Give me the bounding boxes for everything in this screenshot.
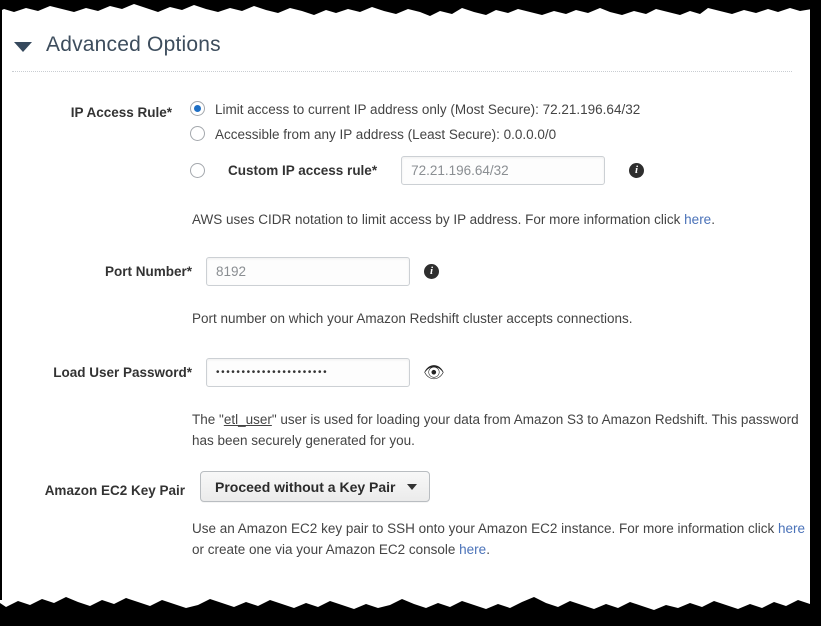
info-icon[interactable]: i xyxy=(629,163,644,178)
page-title: Advanced Options xyxy=(46,33,221,57)
password-help-suffix: " user is used for loading your data fro… xyxy=(192,412,799,448)
radio-label-limit-current-ip: Limit access to current IP address only … xyxy=(215,101,640,119)
load-user-password-help-text: The "etl_user" user is used for loading … xyxy=(192,409,802,451)
load-user-password-label: Load User Password* xyxy=(20,363,192,383)
radio-option-limit-current-ip[interactable]: Limit access to current IP address only … xyxy=(190,101,640,119)
ec2-key-pair-dropdown[interactable]: Proceed without a Key Pair xyxy=(200,471,430,502)
advanced-options-panel: Advanced Options IP Access Rule* Limit a… xyxy=(0,0,821,626)
radio-any-ip[interactable] xyxy=(190,126,205,141)
port-number-label: Port Number* xyxy=(20,262,192,282)
radio-option-custom-ip[interactable]: Custom IP access rule* 72.21.196.64/32 i xyxy=(190,156,644,185)
ec2-help-link-2[interactable]: here xyxy=(459,542,486,557)
ec2-key-pair-help-text: Use an Amazon EC2 key pair to SSH onto y… xyxy=(192,518,807,560)
radio-option-any-ip[interactable]: Accessible from any IP address (Least Se… xyxy=(190,126,556,144)
ec2-help-part1: Use an Amazon EC2 key pair to SSH onto y… xyxy=(192,521,778,536)
ip-help-prefix: AWS uses CIDR notation to limit access b… xyxy=(192,212,684,227)
port-number-input[interactable]: 8192 xyxy=(206,257,410,286)
load-user-password-input[interactable]: •••••••••••••••••••••• xyxy=(206,358,410,387)
info-icon[interactable]: i xyxy=(424,264,439,279)
header-divider xyxy=(12,71,792,72)
ec2-key-pair-label: Amazon EC2 Key Pair xyxy=(20,481,185,501)
ec2-help-part3: . xyxy=(486,542,490,557)
radio-custom-ip[interactable] xyxy=(190,163,205,178)
ip-help-link[interactable]: here xyxy=(684,212,711,227)
load-user-password-row: •••••••••••••••••••••• 👁 xyxy=(206,358,445,387)
port-number-row: 8192 i xyxy=(206,257,439,286)
ec2-key-pair-row: Proceed without a Key Pair xyxy=(200,471,430,502)
radio-label-any-ip: Accessible from any IP address (Least Se… xyxy=(215,126,556,144)
ec2-help-part2: or create one via your Amazon EC2 consol… xyxy=(192,542,459,557)
custom-ip-access-rule-input[interactable]: 72.21.196.64/32 xyxy=(401,156,605,185)
torn-paper-right-edge xyxy=(810,8,821,606)
ip-help-suffix: . xyxy=(711,212,715,227)
advanced-options-header[interactable]: Advanced Options xyxy=(14,33,221,57)
chevron-down-icon[interactable] xyxy=(14,42,32,52)
radio-limit-current-ip[interactable] xyxy=(190,101,205,116)
password-help-username: etl_user xyxy=(224,412,272,427)
password-help-prefix: The " xyxy=(192,412,224,427)
eye-icon[interactable]: 👁 xyxy=(423,364,445,381)
custom-ip-access-rule-label: Custom IP access rule* xyxy=(228,161,377,181)
chevron-down-icon[interactable] xyxy=(407,484,417,490)
ec2-key-pair-selected-value: Proceed without a Key Pair xyxy=(215,479,396,495)
ec2-help-link-1[interactable]: here xyxy=(778,521,805,536)
ip-access-rule-help-text: AWS uses CIDR notation to limit access b… xyxy=(192,209,792,230)
ip-access-rule-label: IP Access Rule* xyxy=(20,103,172,123)
port-number-help-text: Port number on which your Amazon Redshif… xyxy=(192,308,792,329)
